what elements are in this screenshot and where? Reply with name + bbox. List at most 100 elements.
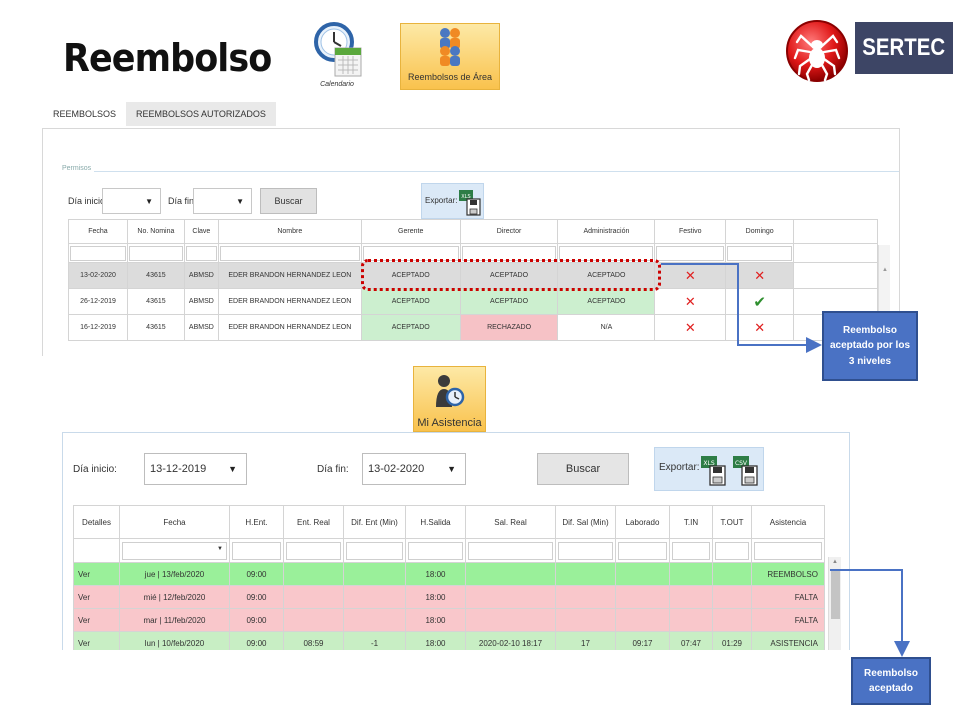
cell-festivo: ✕ xyxy=(654,288,727,315)
callout-line: aceptado por los xyxy=(829,340,910,352)
ver-link[interactable]: Ver xyxy=(73,631,120,650)
start-date-select[interactable]: ▼ xyxy=(102,188,161,214)
filter-spacer xyxy=(73,538,120,563)
filter-cell[interactable] xyxy=(669,538,713,563)
export-label: Exportar: xyxy=(659,462,700,473)
column-header-t-in[interactable]: T.IN xyxy=(669,505,713,539)
end-date-value: 13-02-2020 xyxy=(368,463,425,475)
calendar-button[interactable]: Calendario xyxy=(307,18,367,92)
filter-cell[interactable] xyxy=(751,538,825,563)
cell-ent-real xyxy=(283,608,344,632)
ver-link[interactable]: Ver xyxy=(73,608,120,632)
start-date-label: Día inicio: xyxy=(73,464,117,475)
export-label: Exportar: xyxy=(425,196,458,205)
cell-sal-real xyxy=(465,585,556,609)
spider-logo-icon xyxy=(786,20,848,82)
column-header-fecha[interactable]: Fecha xyxy=(119,505,230,539)
tab-reembolsos-autorizados[interactable]: REEMBOLSOS AUTORIZADOS xyxy=(126,102,276,126)
cell-dif-sal: 17 xyxy=(555,631,616,650)
filter-cell[interactable] xyxy=(654,243,727,263)
cell-gerente: ACEPTADO xyxy=(360,314,461,341)
column-header-h-ent[interactable]: H.Ent. xyxy=(229,505,284,539)
filter-cell[interactable] xyxy=(126,243,185,263)
excel-export-icon[interactable]: XLS xyxy=(458,187,482,217)
filter-cell[interactable] xyxy=(183,243,219,263)
filter-cell[interactable] xyxy=(725,243,795,263)
column-header-fecha[interactable]: Fecha xyxy=(68,219,128,244)
table-row[interactable]: Ver jue | 13/feb/2020 09:00 18:00 REEMBO… xyxy=(73,562,825,586)
filter-cell[interactable]: ▼ xyxy=(119,538,230,563)
filter-cell[interactable] xyxy=(712,538,752,563)
cell-fecha: lun | 10/feb/2020 xyxy=(119,631,230,650)
column-header-domingo[interactable]: Domingo xyxy=(725,219,795,244)
cell-t-out xyxy=(712,562,752,586)
end-date-select[interactable]: ▼ xyxy=(193,188,252,214)
callout-line: Reembolso xyxy=(864,667,918,679)
column-header-dif-ent[interactable]: Dif. Ent (Min) xyxy=(343,505,406,539)
column-header-spacer xyxy=(793,219,878,244)
mi-asistencia-button[interactable]: Mi Asistencia xyxy=(413,366,486,432)
filter-cell[interactable] xyxy=(229,538,284,563)
tab-bar: REEMBOLSOS REEMBOLSOS AUTORIZADOS xyxy=(43,102,276,126)
cell-ent-real xyxy=(283,585,344,609)
ver-link[interactable]: Ver xyxy=(73,585,120,609)
search-button[interactable]: Buscar xyxy=(260,188,317,214)
filter-cell[interactable] xyxy=(555,538,616,563)
search-button[interactable]: Buscar xyxy=(537,453,629,485)
tab-reembolsos[interactable]: REEMBOLSOS xyxy=(43,102,126,126)
cell-fecha: mié | 12/feb/2020 xyxy=(119,585,230,609)
end-date-select[interactable]: 13-02-2020 ▼ xyxy=(362,453,466,485)
scrollbar-thumb[interactable] xyxy=(831,571,840,619)
cell-h-salida: 18:00 xyxy=(405,631,466,650)
filter-cell[interactable] xyxy=(343,538,406,563)
column-header-administracion[interactable]: Administración xyxy=(557,219,656,244)
column-header-dif-sal[interactable]: Dif. Sal (Min) xyxy=(555,505,616,539)
column-header-ent-real[interactable]: Ent. Real xyxy=(283,505,344,539)
cell-h-salida: 18:00 xyxy=(405,608,466,632)
table-scrollbar[interactable]: ▲ xyxy=(828,557,841,650)
column-header-gerente[interactable]: Gerente xyxy=(360,219,461,244)
column-header-h-salida[interactable]: H.Salida xyxy=(405,505,466,539)
column-header-asistencia[interactable]: Asistencia xyxy=(751,505,825,539)
table-row[interactable]: Ver mar | 11/feb/2020 09:00 18:00 FALTA xyxy=(73,608,825,632)
start-date-select[interactable]: 13-12-2019 ▼ xyxy=(144,453,247,485)
cell-ent-real: 08:59 xyxy=(283,631,344,650)
cell-dif-ent xyxy=(343,608,406,632)
cell-h-salida: 18:00 xyxy=(405,562,466,586)
column-header-detalles[interactable]: Detalles xyxy=(73,505,120,539)
csv-export-icon[interactable]: CSV xyxy=(732,452,760,488)
filter-cell[interactable] xyxy=(283,538,344,563)
filter-cell[interactable] xyxy=(217,243,362,263)
sertec-logo: SERTEC xyxy=(855,22,953,74)
filter-cell[interactable] xyxy=(465,538,556,563)
scroll-up-icon[interactable]: ▲ xyxy=(882,267,888,273)
column-header-director[interactable]: Director xyxy=(459,219,559,244)
table-row[interactable]: Ver lun | 10/feb/2020 09:00 08:59 -1 18:… xyxy=(73,631,825,650)
cell-h-salida: 18:00 xyxy=(405,585,466,609)
scroll-up-icon[interactable]: ▲ xyxy=(832,559,838,565)
filter-cell[interactable] xyxy=(405,538,466,563)
filter-spacer xyxy=(793,243,878,263)
column-header-clave[interactable]: Clave xyxy=(183,219,219,244)
table-row[interactable]: 26-12-2019 43615 ABMSD EDER BRANDON HERN… xyxy=(68,288,878,315)
excel-export-icon[interactable]: XLS xyxy=(700,452,728,488)
table-header-row: Fecha No. Nomina Clave Nombre Gerente Di… xyxy=(68,219,878,244)
table-row[interactable]: Ver mié | 12/feb/2020 09:00 18:00 FALTA xyxy=(73,585,825,609)
area-reimbursements-button[interactable]: Reembolsos de Área xyxy=(400,23,500,90)
table-row[interactable]: 16-12-2019 43615 ABMSD EDER BRANDON HERN… xyxy=(68,314,878,341)
filter-cell[interactable] xyxy=(68,243,128,263)
cell-sal-real xyxy=(465,562,556,586)
column-header-laborado[interactable]: Laborado xyxy=(615,505,670,539)
chevron-down-icon: ▼ xyxy=(217,545,223,552)
ver-link[interactable]: Ver xyxy=(73,562,120,586)
cell-t-in xyxy=(669,585,713,609)
cell-dif-ent xyxy=(343,585,406,609)
filter-cell[interactable] xyxy=(615,538,670,563)
column-header-nomina[interactable]: No. Nomina xyxy=(126,219,185,244)
column-header-festivo[interactable]: Festivo xyxy=(654,219,727,244)
column-header-nombre[interactable]: Nombre xyxy=(217,219,362,244)
column-header-sal-real[interactable]: Sal. Real xyxy=(465,505,556,539)
cell-h-ent: 09:00 xyxy=(229,585,284,609)
chevron-down-icon: ▼ xyxy=(236,197,244,206)
column-header-t-out[interactable]: T.OUT xyxy=(712,505,752,539)
